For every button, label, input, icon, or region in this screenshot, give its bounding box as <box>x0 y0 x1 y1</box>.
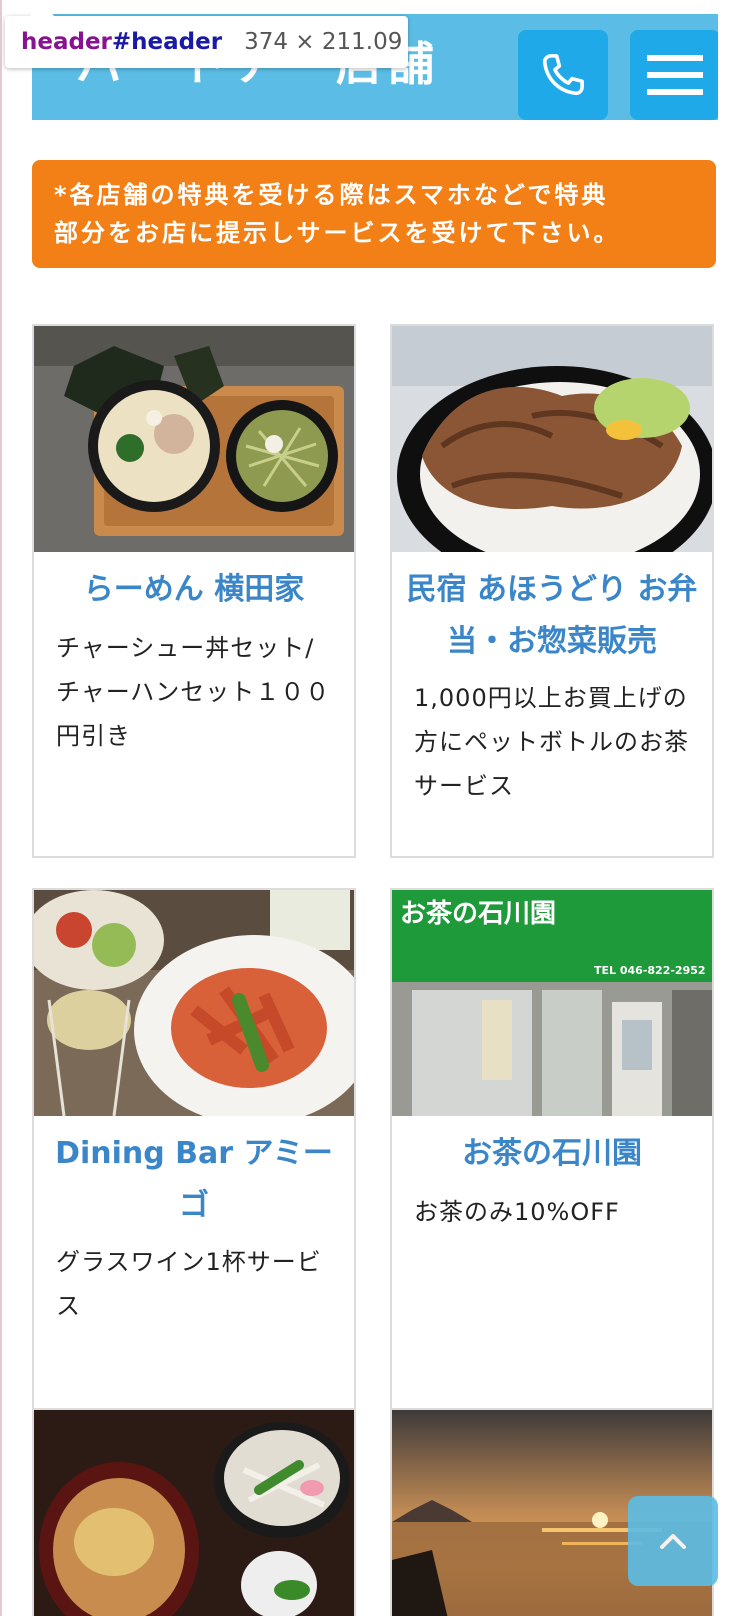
notice-line-2: 部分をお店に提示しサービスを受けて下さい。 <box>54 219 621 247</box>
tooltip-tag: header <box>21 29 112 55</box>
shop-card-yokotaya[interactable]: らーめん 横田家 チャーシュー丼セット/チャーハンセット１００円引き <box>32 324 356 858</box>
shop-name[interactable]: お茶の石川園 <box>406 1128 698 1180</box>
bento-photo-icon <box>392 326 712 552</box>
shop-photo <box>34 1410 354 1616</box>
page-left-edge <box>0 0 2 1616</box>
shop-photo <box>34 326 354 552</box>
shop-sign-tel: TEL 046-822-2952 <box>594 964 706 977</box>
shop-name[interactable]: 民宿 あほうどり お弁当・お惣菜販売 <box>406 564 698 668</box>
ramen-photo-icon <box>34 326 354 552</box>
shop-benefit: グラスワイン1杯サービス <box>56 1248 322 1320</box>
shop-benefit: 1,000円以上お買上げの方にペットボトルのお茶サービス <box>414 684 689 800</box>
katsudon-photo-icon <box>34 1410 354 1616</box>
pasta-photo-icon <box>34 890 354 1116</box>
phone-button[interactable] <box>518 30 608 120</box>
shop-benefit: チャーシュー丼セット/チャーハンセット１００円引き <box>56 634 331 750</box>
hamburger-menu-icon <box>647 55 703 95</box>
tooltip-id: #header <box>111 29 223 55</box>
menu-button[interactable] <box>630 30 718 120</box>
devtools-element-tooltip: header#header 374 × 211.09 <box>5 16 408 68</box>
shop-card-ahoudori[interactable]: 民宿 あほうどり お弁当・お惣菜販売 1,000円以上お買上げの方にペットボトル… <box>390 324 714 858</box>
benefit-notice: *各店舗の特典を受ける際はスマホなどで特典 部分をお店に提示しサービスを受けて下… <box>32 160 716 268</box>
devtools-tooltip-arrow <box>30 3 54 16</box>
notice-line-1: *各店舗の特典を受ける際はスマホなどで特典 <box>54 181 609 209</box>
tooltip-size: 374 × 211.09 <box>244 29 403 55</box>
shop-photo <box>34 890 354 1116</box>
phone-icon <box>542 54 584 96</box>
shop-card-ishikawaen[interactable]: お茶の石川園 TEL 046-822-2952 お茶の石川園 お茶のみ10%OF… <box>390 888 714 1422</box>
shop-name[interactable]: らーめん 横田家 <box>48 564 340 616</box>
shop-card-amigo[interactable]: Dining Bar アミーゴ グラスワイン1杯サービス <box>32 888 356 1422</box>
shop-card[interactable] <box>32 1408 356 1616</box>
back-to-top-button[interactable] <box>628 1496 718 1586</box>
shop-name[interactable]: Dining Bar アミーゴ <box>48 1128 340 1232</box>
shop-photo: お茶の石川園 TEL 046-822-2952 <box>392 890 712 1116</box>
chevron-up-icon <box>660 1534 686 1549</box>
shop-photo <box>392 326 712 552</box>
shop-benefit: お茶のみ10%OFF <box>414 1198 620 1226</box>
tooltip-selector: header#header <box>21 29 222 55</box>
tea-shop-photo-icon: お茶の石川園 TEL 046-822-2952 <box>392 890 712 1116</box>
shop-sign-text: お茶の石川園 <box>400 899 556 929</box>
